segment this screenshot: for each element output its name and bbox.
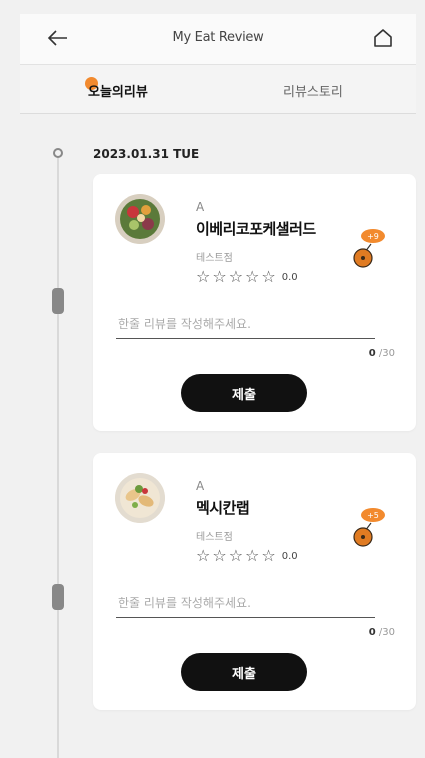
- char-count: 0: [368, 627, 376, 638]
- badge-count: +5: [367, 511, 379, 520]
- star-icon[interactable]: ☆: [261, 548, 275, 564]
- star-icon[interactable]: ☆: [196, 269, 210, 285]
- branch-name: 테스트점: [196, 253, 233, 264]
- timeline-dot: [53, 148, 63, 158]
- store-name: A: [196, 479, 205, 493]
- star-icon[interactable]: ☆: [261, 269, 275, 285]
- star-icon[interactable]: ☆: [196, 548, 210, 564]
- star-icon[interactable]: ☆: [229, 548, 243, 564]
- char-max: /30: [378, 627, 395, 638]
- star-rating: ☆ ☆ ☆ ☆ ☆ 0.0: [196, 268, 298, 286]
- menu-name: 멕시칸랩: [196, 499, 250, 517]
- tab-label: 리뷰스토리: [283, 85, 343, 100]
- app-header: My Eat Review: [20, 14, 416, 65]
- store-name: A: [196, 200, 205, 214]
- review-card: A 멕시칸랩 테스트점 ☆ ☆ ☆ ☆ ☆ 0.0 +5 0 /30 제출: [93, 453, 416, 710]
- page-title: My Eat Review: [172, 30, 264, 45]
- point-badge-icon: +9: [353, 226, 389, 270]
- submit-button[interactable]: 제출: [181, 374, 307, 412]
- review-card: A 이베리코포케샐러드 테스트점 ☆ ☆ ☆ ☆ ☆ 0.0 +9 0 /30 …: [93, 174, 416, 431]
- star-icon[interactable]: ☆: [212, 269, 226, 285]
- star-icon[interactable]: ☆: [245, 269, 259, 285]
- tab-label: 오늘의리뷰: [88, 85, 148, 100]
- char-max: /30: [378, 348, 395, 359]
- star-icon[interactable]: ☆: [245, 548, 259, 564]
- home-icon[interactable]: [371, 26, 395, 50]
- star-icon[interactable]: ☆: [212, 548, 226, 564]
- char-count: 0: [368, 348, 376, 359]
- rating-value: 0.0: [281, 550, 298, 562]
- timeline-handle[interactable]: [52, 288, 64, 314]
- menu-name: 이베리코포케샐러드: [196, 220, 316, 238]
- review-timeline: 2023.01.31 TUE A 이베리코포케샐러드 테스트점 ☆ ☆ ☆ ☆ …: [20, 114, 416, 758]
- star-rating: ☆ ☆ ☆ ☆ ☆ 0.0: [196, 547, 298, 565]
- branch-name: 테스트점: [196, 532, 233, 543]
- tab-today-review[interactable]: 오늘의리뷰: [85, 77, 148, 100]
- timeline-handle[interactable]: [52, 584, 64, 610]
- char-counter: 0 /30: [369, 627, 395, 638]
- review-input[interactable]: [116, 589, 375, 618]
- food-image: [115, 473, 165, 523]
- review-input[interactable]: [116, 310, 375, 339]
- submit-button[interactable]: 제출: [181, 653, 307, 691]
- point-badge-icon: +5: [353, 505, 389, 549]
- rating-value: 0.0: [281, 271, 298, 283]
- timeline-line: [57, 158, 59, 758]
- food-image: [115, 194, 165, 244]
- star-icon[interactable]: ☆: [229, 269, 243, 285]
- badge-count: +9: [367, 232, 379, 241]
- char-counter: 0 /30: [369, 348, 395, 359]
- timeline-date: 2023.01.31 TUE: [93, 147, 200, 161]
- tab-review-story[interactable]: 리뷰스토리: [283, 81, 343, 100]
- tab-bar: 오늘의리뷰 리뷰스토리: [20, 65, 416, 114]
